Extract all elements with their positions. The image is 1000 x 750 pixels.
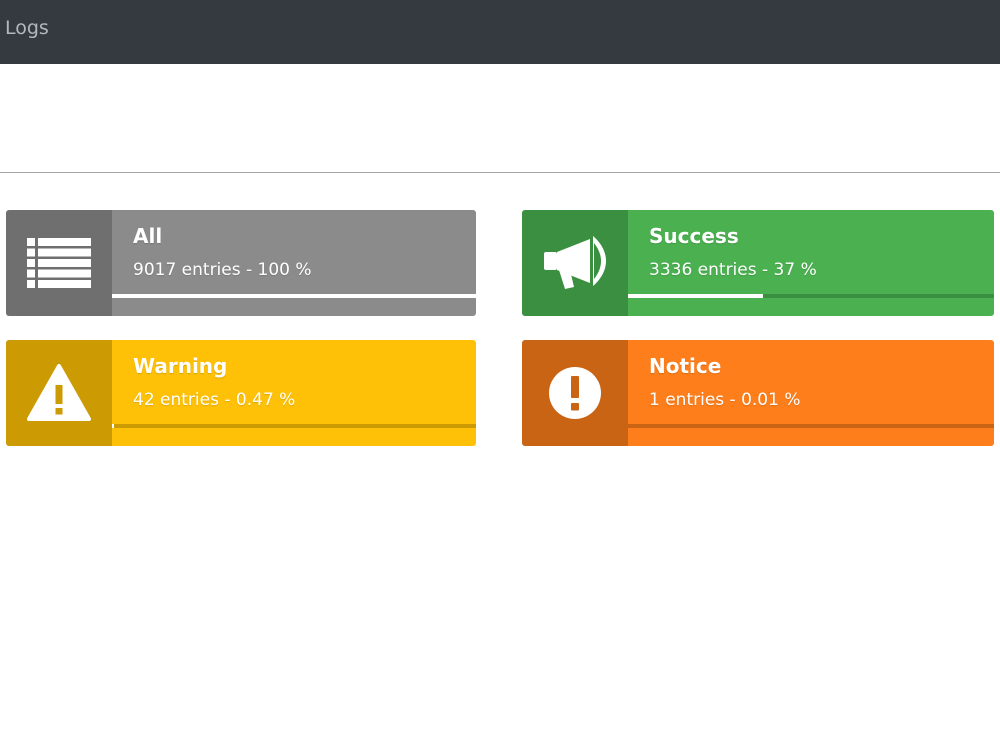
top-navbar: Logs [0, 0, 1000, 64]
progress-fill [112, 294, 476, 298]
stat-box-content: Notice 1 entries - 0.01 % [628, 340, 994, 446]
stat-count: 1 entries - 0.01 % [649, 390, 801, 410]
progress-fill [628, 294, 764, 298]
megaphone-icon [544, 236, 606, 290]
list-icon [27, 238, 91, 288]
header-divider [0, 172, 1000, 173]
stat-box-warning[interactable]: Warning 42 entries - 0.47 % [6, 340, 476, 446]
stat-box-icon-area [522, 210, 628, 316]
stat-count: 42 entries - 0.47 % [133, 390, 296, 410]
stat-count: 3336 entries - 37 % [649, 260, 817, 280]
progress-track [112, 294, 476, 298]
stat-label: All [133, 224, 163, 248]
stat-box-content: All 9017 entries - 100 % [112, 210, 476, 316]
stat-box-icon-area [6, 340, 112, 446]
progress-track [628, 424, 994, 428]
stat-box-icon-area [522, 340, 628, 446]
page-title: Logs [5, 17, 49, 39]
stat-box-icon-area [6, 210, 112, 316]
stat-label: Warning [133, 354, 228, 378]
stat-label: Success [649, 224, 739, 248]
stat-box-all[interactable]: All 9017 entries - 100 % [6, 210, 476, 316]
stat-label: Notice [649, 354, 722, 378]
progress-track [628, 294, 994, 298]
progress-track [112, 424, 476, 428]
exclamation-circle-icon [548, 366, 602, 420]
stat-box-success[interactable]: Success 3336 entries - 37 % [522, 210, 994, 316]
stat-box-content: Success 3336 entries - 37 % [628, 210, 994, 316]
stat-box-content: Warning 42 entries - 0.47 % [112, 340, 476, 446]
progress-fill [112, 424, 114, 428]
stat-box-notice[interactable]: Notice 1 entries - 0.01 % [522, 340, 994, 446]
warning-icon [27, 364, 91, 422]
stat-count: 9017 entries - 100 % [133, 260, 312, 280]
